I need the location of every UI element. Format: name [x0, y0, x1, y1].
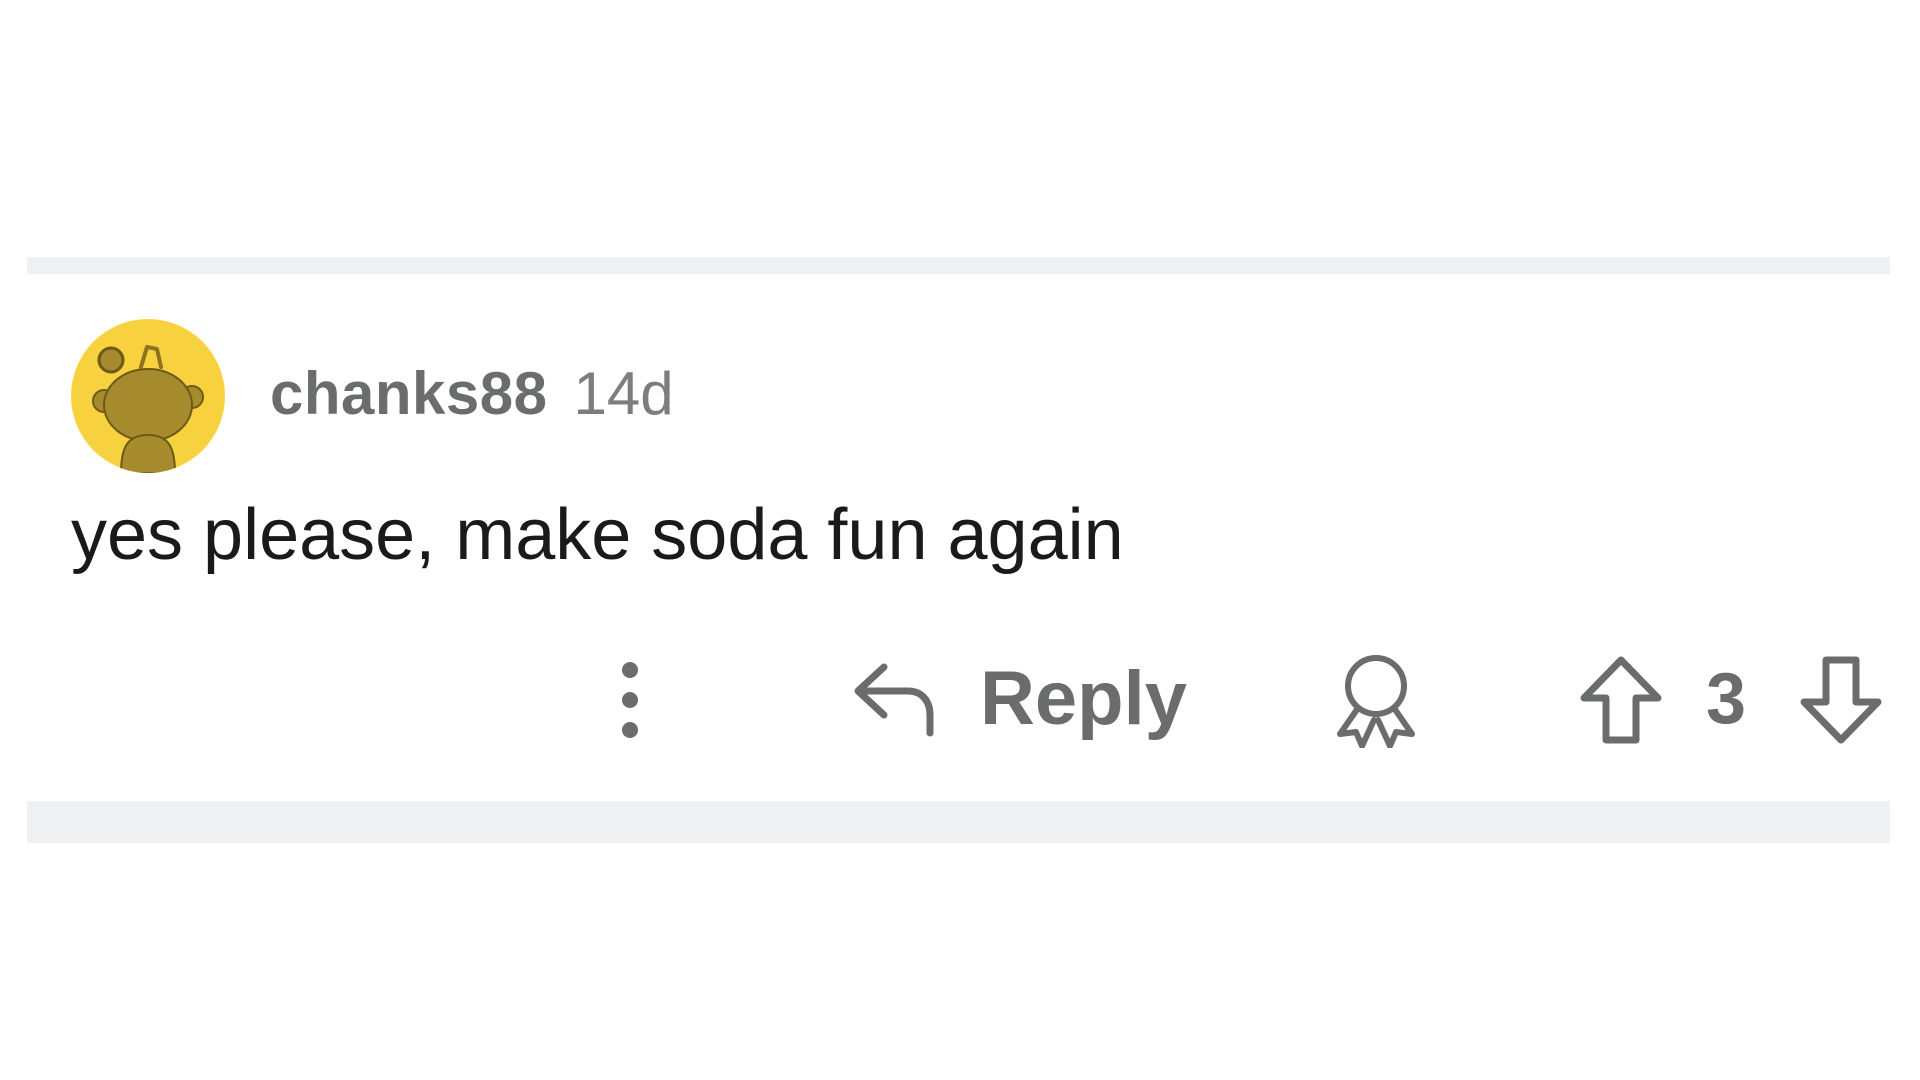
comment-body: yes please, make soda fun again [71, 495, 1124, 575]
more-options-button[interactable] [610, 658, 650, 742]
top-divider [27, 257, 1890, 274]
award-icon [1337, 655, 1415, 748]
more-vertical-icon [622, 662, 638, 738]
award-button[interactable] [1330, 652, 1422, 748]
comment-meta: chanks88 14d [270, 354, 674, 434]
reply-arrow-icon [854, 663, 934, 737]
downvote-arrow-icon [1800, 656, 1882, 744]
comment-card: chanks88 14d yes please, make soda fun a… [0, 274, 1920, 801]
avatar[interactable] [71, 319, 225, 473]
upvote-button[interactable] [1578, 654, 1664, 746]
reply-label: Reply [980, 656, 1187, 741]
comment-age: 14d [573, 360, 674, 427]
upvote-arrow-icon [1580, 656, 1662, 744]
username-link[interactable]: chanks88 [270, 364, 548, 424]
page: chanks88 14d yes please, make soda fun a… [0, 0, 1920, 1080]
bottom-divider [27, 801, 1890, 843]
comment-actions: Reply 3 [0, 644, 1920, 754]
reply-button[interactable]: Reply [852, 654, 1187, 744]
downvote-button[interactable] [1798, 654, 1884, 746]
vote-score: 3 [1706, 659, 1747, 739]
snoo-avatar-icon [92, 345, 204, 473]
